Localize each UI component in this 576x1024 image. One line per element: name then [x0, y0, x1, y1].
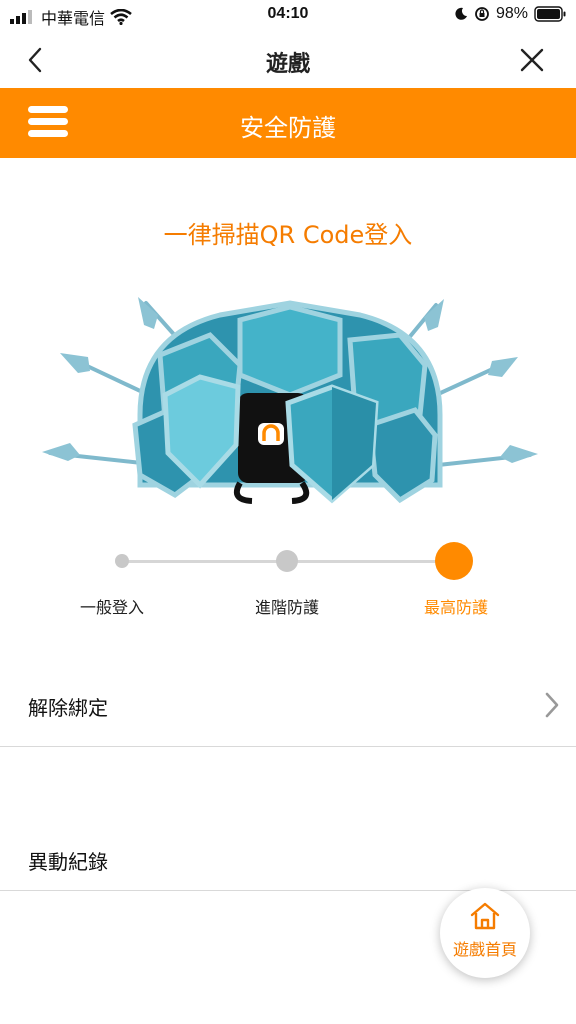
- status-right: 98%: [454, 5, 566, 23]
- level-dot-advanced[interactable]: [276, 550, 298, 572]
- shield-dome-illustration: [42, 297, 538, 504]
- rotation-lock-icon: [475, 7, 489, 21]
- page-title: 遊戲: [265, 52, 310, 77]
- level-label-advanced: 進階防護: [255, 598, 320, 617]
- game-home-button[interactable]: 遊戲首頁: [440, 888, 530, 978]
- level-label-max: 最高防護: [424, 598, 489, 617]
- close-icon[interactable]: [518, 46, 546, 74]
- battery-percent: 98%: [495, 5, 528, 22]
- level-dot-max[interactable]: [435, 542, 473, 580]
- section-title: 安全防護: [240, 114, 336, 142]
- section-header: 安全防護: [0, 88, 576, 158]
- change-log-label: 異動紀錄: [28, 850, 108, 874]
- home-icon: [470, 902, 500, 930]
- chevron-right-icon: [545, 692, 559, 718]
- level-dot-basic[interactable]: [115, 554, 129, 568]
- level-label-basic: 一般登入: [80, 598, 145, 617]
- protection-headline: 一律掃描QR Code登入: [163, 221, 413, 249]
- change-log-row[interactable]: 異動紀錄: [0, 746, 576, 891]
- status-bar: 中華電信 04:10 98%: [0, 0, 576, 30]
- game-home-label: 遊戲首頁: [452, 940, 517, 959]
- navigation-bar: 遊戲: [0, 32, 576, 88]
- battery-icon: [534, 6, 566, 22]
- protection-level-slider[interactable]: 一般登入 進階防護 最高防護: [0, 540, 576, 620]
- unbind-row[interactable]: 解除綁定: [0, 662, 576, 747]
- unbind-label: 解除綁定: [28, 696, 108, 720]
- moon-icon: [455, 7, 467, 20]
